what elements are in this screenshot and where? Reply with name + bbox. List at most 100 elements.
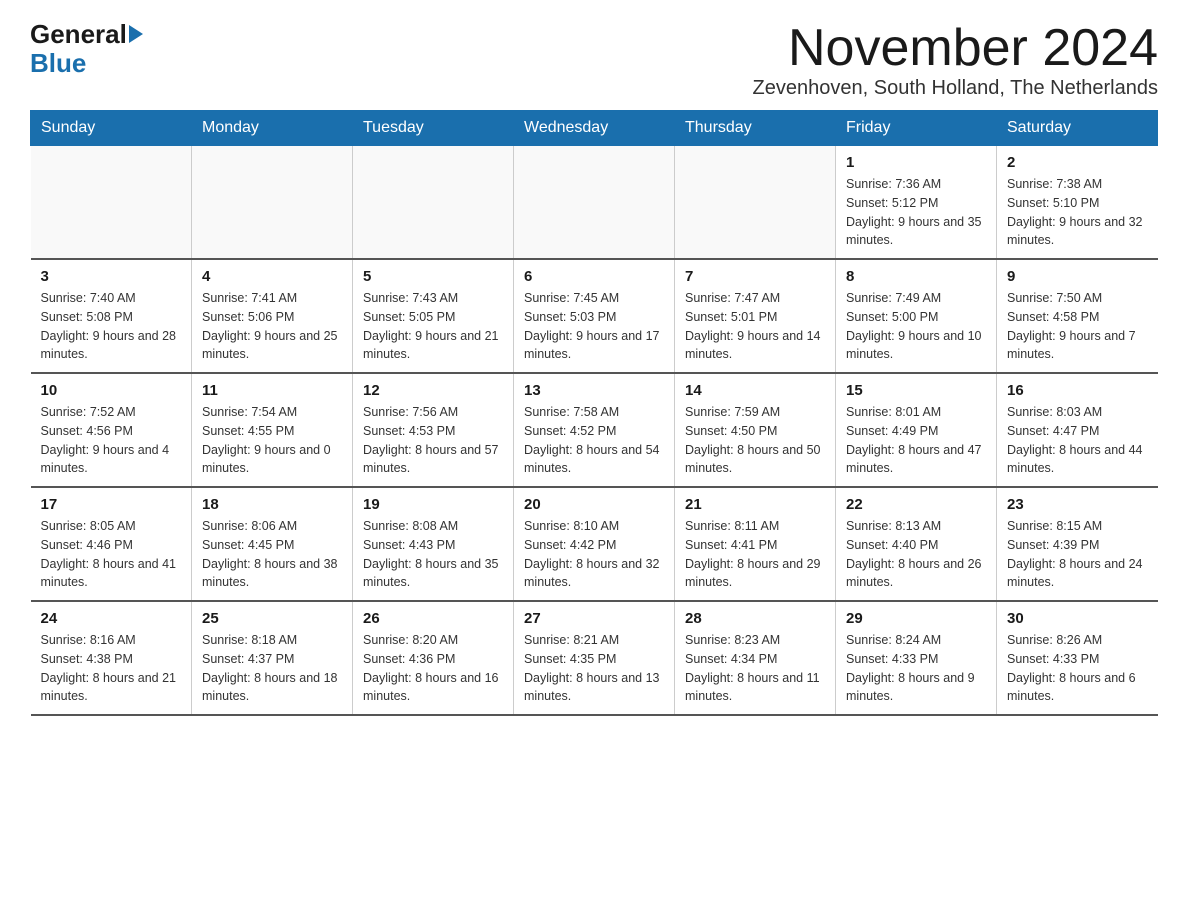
- calendar-day-cell: 14Sunrise: 7:59 AMSunset: 4:50 PMDayligh…: [675, 373, 836, 487]
- day-number: 23: [1007, 496, 1148, 513]
- calendar-day-cell: 4Sunrise: 7:41 AMSunset: 5:06 PMDaylight…: [192, 259, 353, 373]
- calendar-day-cell: [514, 146, 675, 260]
- day-number: 9: [1007, 268, 1148, 285]
- day-number: 5: [363, 268, 503, 285]
- day-info: Sunrise: 7:54 AMSunset: 4:55 PMDaylight:…: [202, 403, 342, 478]
- day-number: 18: [202, 496, 342, 513]
- day-info: Sunrise: 7:36 AMSunset: 5:12 PMDaylight:…: [846, 175, 986, 250]
- calendar-week-row: 24 Sunrise: 8:16 AMSunset: 4:38 PMDayligh…: [31, 601, 1158, 715]
- day-info: Sunrise: 7:40 AMSunset: 5:08 PMDaylight:…: [41, 289, 182, 364]
- day-number: 24: [41, 610, 182, 627]
- day-info: Sunrise: 8:23 AMSunset: 4:34 PMDaylight:…: [685, 631, 825, 706]
- calendar-header: SundayMondayTuesdayWednesdayThursdayFrid…: [31, 111, 1158, 146]
- day-number: 13: [524, 382, 664, 399]
- day-info: Sunrise: 7:50 AMSunset: 4:58 PMDaylight:…: [1007, 289, 1148, 364]
- day-info: Sunrise: 8:06 AMSunset: 4:45 PMDaylight:…: [202, 517, 342, 592]
- day-info: Sunrise: 8:01 AMSunset: 4:49 PMDaylight:…: [846, 403, 986, 478]
- calendar-day-cell: [353, 146, 514, 260]
- calendar-day-cell: 29 Sunrise: 8:24 AMSunset: 4:33 PMDayligh…: [836, 601, 997, 715]
- day-number: 3: [41, 268, 182, 285]
- day-number: 26: [363, 610, 503, 627]
- day-number: 30: [1007, 610, 1148, 627]
- calendar-day-cell: 28 Sunrise: 8:23 AMSunset: 4:34 PMDayligh…: [675, 601, 836, 715]
- calendar-day-cell: 25 Sunrise: 8:18 AMSunset: 4:37 PMDayligh…: [192, 601, 353, 715]
- day-info: Sunrise: 7:47 AMSunset: 5:01 PMDaylight:…: [685, 289, 825, 364]
- day-number: 20: [524, 496, 664, 513]
- logo: General Blue: [30, 20, 143, 77]
- day-header-monday: Monday: [192, 111, 353, 146]
- day-header-friday: Friday: [836, 111, 997, 146]
- day-info: Sunrise: 7:58 AMSunset: 4:52 PMDaylight:…: [524, 403, 664, 478]
- day-info: Sunrise: 7:43 AMSunset: 5:05 PMDaylight:…: [363, 289, 503, 364]
- calendar-day-cell: 12 Sunrise: 7:56 AMSunset: 4:53 PMDayligh…: [353, 373, 514, 487]
- day-number: 8: [846, 268, 986, 285]
- calendar-day-cell: 22 Sunrise: 8:13 AMSunset: 4:40 PMDayligh…: [836, 487, 997, 601]
- calendar-day-cell: 30 Sunrise: 8:26 AMSunset: 4:33 PMDayligh…: [997, 601, 1158, 715]
- day-info: Sunrise: 7:56 AMSunset: 4:53 PMDaylight:…: [363, 403, 503, 478]
- day-info: Sunrise: 8:13 AMSunset: 4:40 PMDaylight:…: [846, 517, 986, 592]
- day-info: Sunrise: 7:52 AMSunset: 4:56 PMDaylight:…: [41, 403, 182, 478]
- calendar-day-cell: 18 Sunrise: 8:06 AMSunset: 4:45 PMDayligh…: [192, 487, 353, 601]
- logo-triangle-icon: [129, 25, 143, 43]
- calendar-day-cell: 5 Sunrise: 7:43 AMSunset: 5:05 PMDaylight…: [353, 259, 514, 373]
- day-info: Sunrise: 8:15 AMSunset: 4:39 PMDaylight:…: [1007, 517, 1148, 592]
- day-info: Sunrise: 8:11 AMSunset: 4:41 PMDaylight:…: [685, 517, 825, 592]
- day-info: Sunrise: 8:16 AMSunset: 4:38 PMDaylight:…: [41, 631, 182, 706]
- location-subtitle: Zevenhoven, South Holland, The Netherlan…: [753, 77, 1158, 100]
- calendar-day-cell: [192, 146, 353, 260]
- day-number: 4: [202, 268, 342, 285]
- calendar-day-cell: 21 Sunrise: 8:11 AMSunset: 4:41 PMDayligh…: [675, 487, 836, 601]
- day-number: 6: [524, 268, 664, 285]
- day-number: 22: [846, 496, 986, 513]
- calendar-day-cell: 24 Sunrise: 8:16 AMSunset: 4:38 PMDayligh…: [31, 601, 192, 715]
- calendar-week-row: 1 Sunrise: 7:36 AMSunset: 5:12 PMDaylight…: [31, 146, 1158, 260]
- day-info: Sunrise: 8:20 AMSunset: 4:36 PMDaylight:…: [363, 631, 503, 706]
- calendar-day-cell: 6 Sunrise: 7:45 AMSunset: 5:03 PMDaylight…: [514, 259, 675, 373]
- calendar-day-cell: 1 Sunrise: 7:36 AMSunset: 5:12 PMDaylight…: [836, 146, 997, 260]
- calendar-week-row: 10Sunrise: 7:52 AMSunset: 4:56 PMDayligh…: [31, 373, 1158, 487]
- day-number: 15: [846, 382, 986, 399]
- day-info: Sunrise: 8:26 AMSunset: 4:33 PMDaylight:…: [1007, 631, 1148, 706]
- day-number: 7: [685, 268, 825, 285]
- calendar-day-cell: 8 Sunrise: 7:49 AMSunset: 5:00 PMDaylight…: [836, 259, 997, 373]
- day-number: 25: [202, 610, 342, 627]
- calendar-week-row: 3 Sunrise: 7:40 AMSunset: 5:08 PMDaylight…: [31, 259, 1158, 373]
- day-info: Sunrise: 7:59 AMSunset: 4:50 PMDaylight:…: [685, 403, 825, 478]
- calendar-day-cell: 15 Sunrise: 8:01 AMSunset: 4:49 PMDayligh…: [836, 373, 997, 487]
- day-info: Sunrise: 8:03 AMSunset: 4:47 PMDaylight:…: [1007, 403, 1148, 478]
- day-header-sunday: Sunday: [31, 111, 192, 146]
- day-number: 29: [846, 610, 986, 627]
- calendar-day-cell: [31, 146, 192, 260]
- calendar-week-row: 17 Sunrise: 8:05 AMSunset: 4:46 PMDayligh…: [31, 487, 1158, 601]
- calendar-day-cell: 17 Sunrise: 8:05 AMSunset: 4:46 PMDayligh…: [31, 487, 192, 601]
- calendar-day-cell: 26 Sunrise: 8:20 AMSunset: 4:36 PMDayligh…: [353, 601, 514, 715]
- header: General Blue November 2024 Zevenhoven, S…: [30, 20, 1158, 100]
- day-header-wednesday: Wednesday: [514, 111, 675, 146]
- calendar-day-cell: 10Sunrise: 7:52 AMSunset: 4:56 PMDayligh…: [31, 373, 192, 487]
- day-info: Sunrise: 7:49 AMSunset: 5:00 PMDaylight:…: [846, 289, 986, 364]
- logo-general-text: General: [30, 20, 127, 49]
- calendar-day-cell: 3 Sunrise: 7:40 AMSunset: 5:08 PMDaylight…: [31, 259, 192, 373]
- day-info: Sunrise: 8:08 AMSunset: 4:43 PMDaylight:…: [363, 517, 503, 592]
- day-number: 12: [363, 382, 503, 399]
- title-block: November 2024 Zevenhoven, South Holland,…: [753, 20, 1158, 100]
- day-header-saturday: Saturday: [997, 111, 1158, 146]
- day-number: 1: [846, 154, 986, 171]
- calendar-day-cell: 2Sunrise: 7:38 AMSunset: 5:10 PMDaylight…: [997, 146, 1158, 260]
- day-info: Sunrise: 8:24 AMSunset: 4:33 PMDaylight:…: [846, 631, 986, 706]
- calendar-day-cell: 7 Sunrise: 7:47 AMSunset: 5:01 PMDaylight…: [675, 259, 836, 373]
- month-year-title: November 2024: [753, 20, 1158, 77]
- day-info: Sunrise: 8:18 AMSunset: 4:37 PMDaylight:…: [202, 631, 342, 706]
- day-number: 17: [41, 496, 182, 513]
- day-number: 2: [1007, 154, 1148, 171]
- day-number: 28: [685, 610, 825, 627]
- day-info: Sunrise: 8:05 AMSunset: 4:46 PMDaylight:…: [41, 517, 182, 592]
- day-number: 21: [685, 496, 825, 513]
- day-info: Sunrise: 8:10 AMSunset: 4:42 PMDaylight:…: [524, 517, 664, 592]
- day-number: 19: [363, 496, 503, 513]
- day-info: Sunrise: 7:45 AMSunset: 5:03 PMDaylight:…: [524, 289, 664, 364]
- calendar-day-cell: 20 Sunrise: 8:10 AMSunset: 4:42 PMDayligh…: [514, 487, 675, 601]
- calendar-day-cell: 11Sunrise: 7:54 AMSunset: 4:55 PMDayligh…: [192, 373, 353, 487]
- calendar-day-cell: 27Sunrise: 8:21 AMSunset: 4:35 PMDayligh…: [514, 601, 675, 715]
- day-header-tuesday: Tuesday: [353, 111, 514, 146]
